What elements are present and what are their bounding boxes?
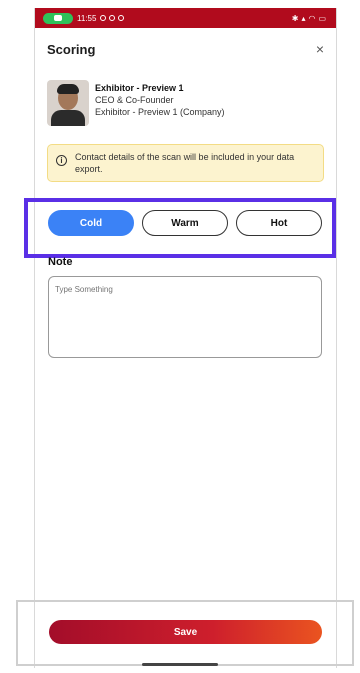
score-cold-button[interactable]: Cold bbox=[48, 210, 134, 236]
info-icon: i bbox=[56, 155, 67, 166]
avatar bbox=[47, 80, 89, 126]
home-indicator[interactable] bbox=[142, 663, 218, 666]
profile-company: Exhibitor - Preview 1 (Company) bbox=[95, 107, 225, 117]
notification-icon bbox=[118, 15, 125, 21]
system-icons: ✱ ▴ ◠ ▭ bbox=[292, 14, 326, 23]
notice-text: Contact details of the scan will be incl… bbox=[75, 152, 295, 174]
bluetooth-icon: ✱ bbox=[291, 13, 299, 23]
profile-name: Exhibitor - Preview 1 bbox=[95, 83, 184, 93]
status-bar: 11:55 ✱ ▴ ◠ ▭ bbox=[35, 8, 336, 28]
page-title: Scoring bbox=[47, 41, 96, 57]
notification-icon bbox=[100, 15, 107, 21]
save-button[interactable]: Save bbox=[49, 620, 322, 644]
camera-icon bbox=[54, 15, 62, 21]
note-input[interactable] bbox=[48, 276, 322, 358]
score-warm-button[interactable]: Warm bbox=[142, 210, 228, 236]
scoring-options: Cold Warm Hot bbox=[48, 210, 322, 236]
status-time: 11:55 bbox=[77, 13, 97, 23]
signal-icon: ▴ bbox=[301, 13, 306, 23]
notification-icon bbox=[109, 15, 116, 21]
profile-role: CEO & Co-Founder bbox=[95, 95, 174, 105]
header: Scoring × bbox=[35, 28, 336, 70]
battery-icon: ▭ bbox=[318, 13, 326, 23]
screen-record-pill bbox=[43, 12, 73, 24]
close-icon[interactable]: × bbox=[316, 41, 324, 57]
wifi-icon: ◠ bbox=[308, 13, 316, 23]
score-hot-button[interactable]: Hot bbox=[236, 210, 322, 236]
export-notice: i Contact details of the scan will be in… bbox=[47, 144, 324, 182]
note-label: Note bbox=[48, 256, 73, 268]
exhibitor-profile: Exhibitor - Preview 1 CEO & Co-Founder E… bbox=[47, 80, 324, 126]
